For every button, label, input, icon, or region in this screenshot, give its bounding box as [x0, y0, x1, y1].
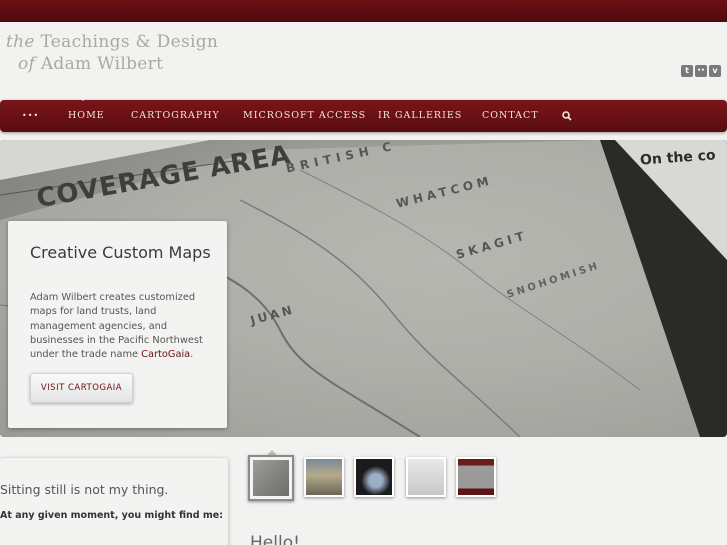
about-panel: Sitting still is not my thing. At any gi… — [0, 458, 228, 545]
thumbnail-strip — [248, 455, 508, 501]
card-body: Adam Wilbert creates customized maps for… — [30, 291, 220, 362]
thumbnail-document[interactable] — [406, 457, 446, 497]
thumbnail-map[interactable] — [248, 455, 294, 501]
search-icon[interactable] — [562, 100, 572, 132]
visit-cartogaia-button[interactable]: VISIT CARTOGAIA — [30, 373, 133, 403]
flickr-icon[interactable]: •• — [695, 65, 707, 77]
logo-prefix-1: the — [6, 32, 35, 52]
thumbnail-poster[interactable] — [456, 457, 496, 497]
vimeo-icon[interactable]: v — [709, 65, 721, 77]
site-logo[interactable]: the Teachings & Design of Adam Wilbert — [6, 32, 266, 80]
main-navigation: ••• HOME CARTOGRAPHY MICROSOFT ACCESS IR… — [0, 97, 727, 132]
about-heading: Sitting still is not my thing. — [0, 482, 169, 497]
logo-line-2: Adam Wilbert — [40, 54, 164, 74]
logo-prefix-2: of — [18, 54, 36, 74]
card-title: Creative Custom Maps — [30, 243, 211, 262]
nav-more-menu[interactable]: ••• — [22, 100, 39, 132]
cartogaia-link[interactable]: CartoGaia — [141, 349, 190, 360]
nav-contact[interactable]: CONTACT — [482, 100, 539, 132]
thumbnail-presenter[interactable] — [354, 457, 394, 497]
nav-cartography[interactable]: CARTOGRAPHY — [131, 100, 220, 132]
top-banner — [0, 0, 727, 22]
about-text: At any given moment, you might find me: — [0, 510, 224, 521]
card-body-end: . — [190, 349, 194, 361]
nav-ir-galleries[interactable]: IR GALLERIES — [378, 100, 462, 132]
nav-microsoft-access[interactable]: MICROSOFT ACCESS — [243, 100, 366, 132]
social-links: t •• v — [681, 65, 721, 77]
tumblr-icon[interactable]: t — [681, 65, 693, 77]
logo-line-1: Teachings & Design — [40, 32, 219, 52]
thumbnail-landscape[interactable] — [304, 457, 344, 497]
nav-home[interactable]: HOME — [68, 100, 105, 132]
hello-heading: Hello! — [250, 533, 300, 545]
hero-caption-card: Creative Custom Maps Adam Wilbert create… — [8, 221, 227, 428]
